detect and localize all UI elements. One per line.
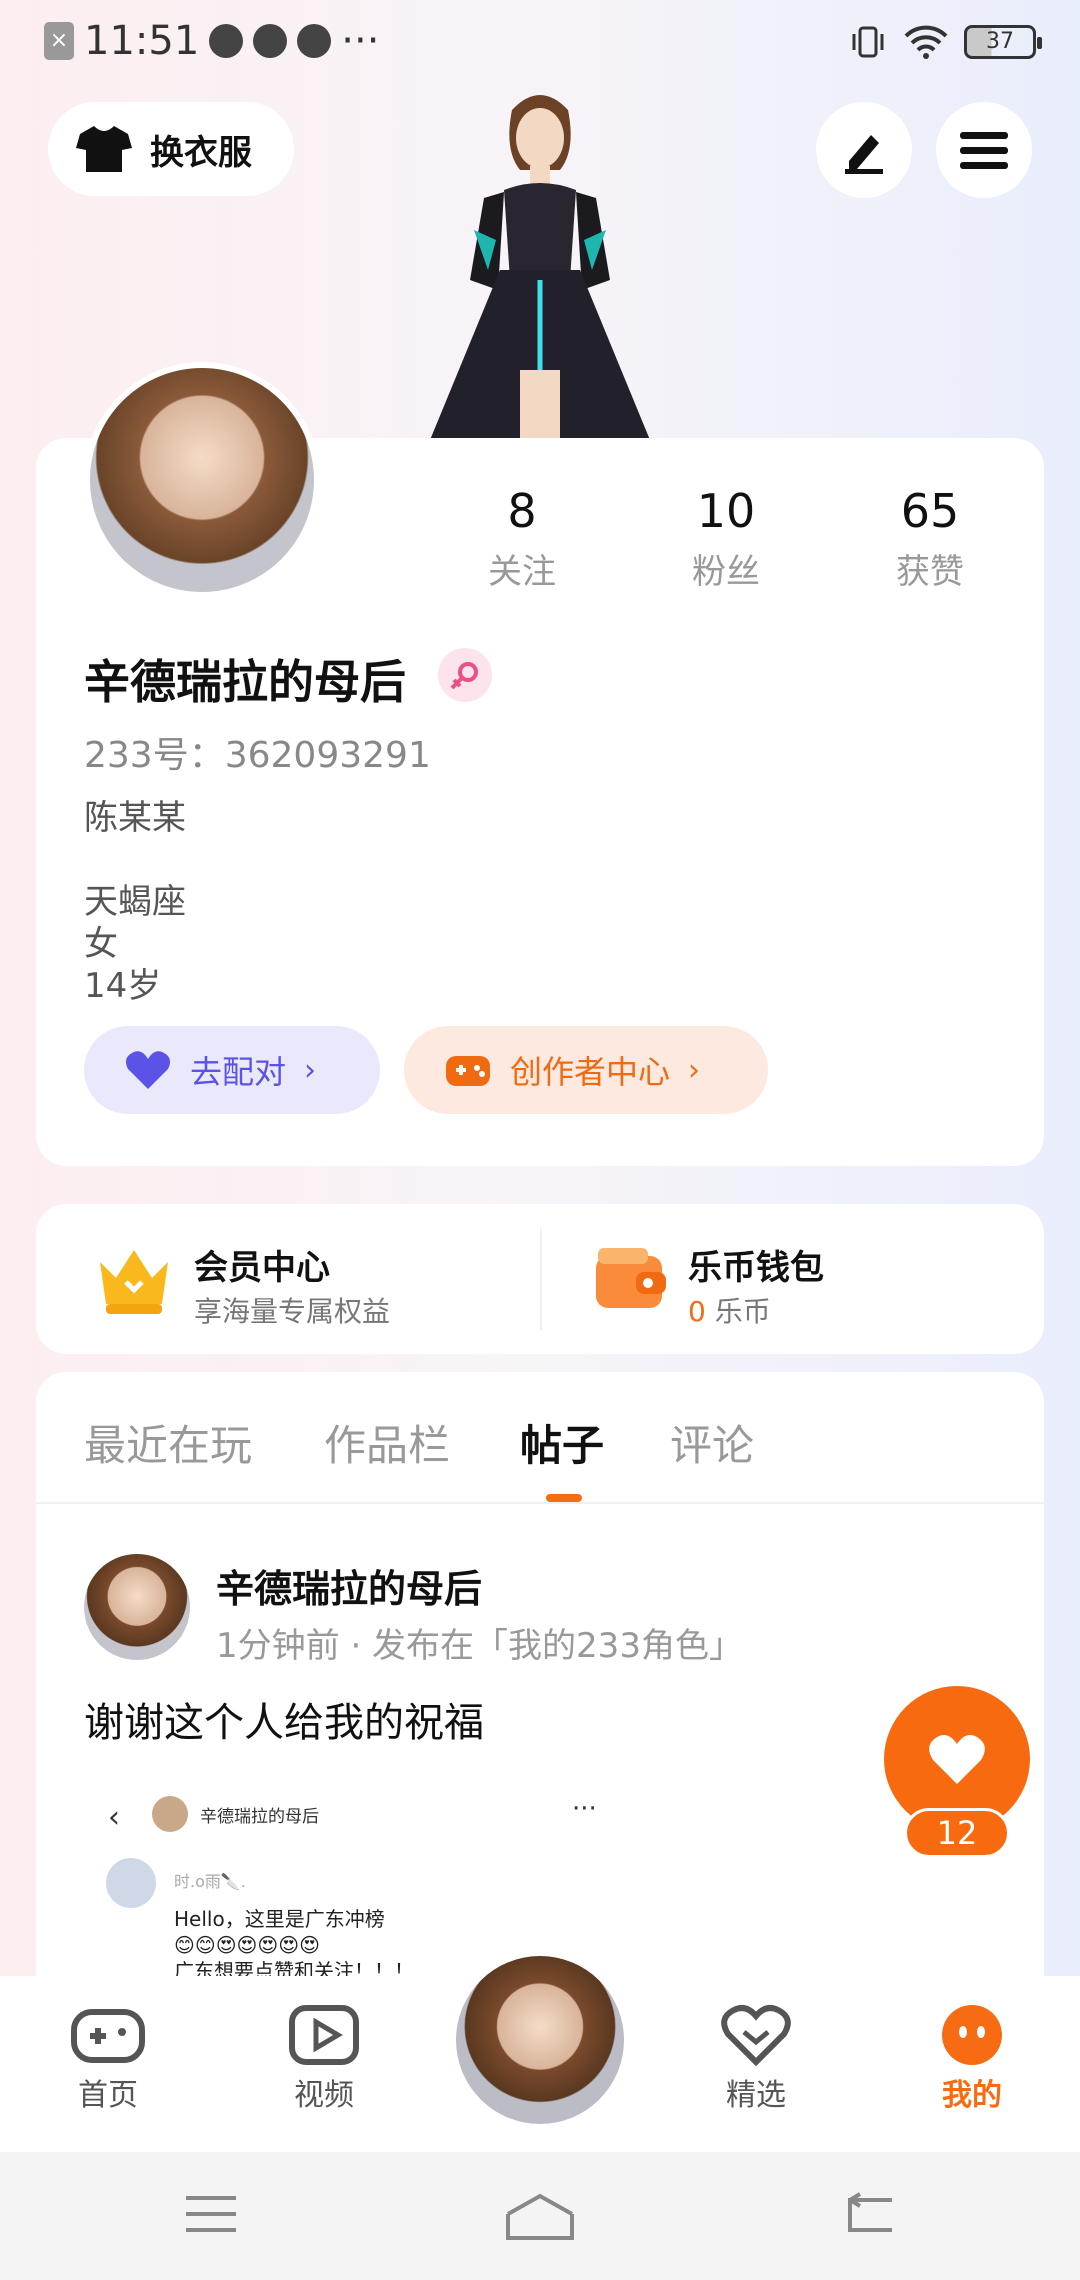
nav-mine-label: 我的	[942, 2078, 1002, 2113]
heart-check-icon	[721, 2005, 791, 2066]
following-label: 关注	[488, 552, 556, 592]
commenter-name: 时.o雨🔪.	[174, 1872, 246, 1891]
post-author-avatar[interactable]	[84, 1554, 190, 1660]
user-id: 233号：362093291	[84, 735, 431, 776]
app-notification-icon	[253, 24, 288, 58]
edit-profile-button[interactable]	[816, 102, 912, 198]
wallet-title: 乐币钱包	[688, 1248, 824, 1288]
wallet-icon	[596, 1248, 666, 1308]
gamepad-icon	[446, 1056, 490, 1086]
wifi-icon	[904, 25, 948, 59]
member-center-subtitle: 享海量专属权益	[194, 1295, 391, 1328]
posts-card: 最近在玩 作品栏 帖子 评论 辛德瑞拉的母后 1分钟前 · 发布在「我的233角…	[36, 1372, 1044, 2012]
crown-icon	[100, 1250, 168, 1314]
more-icon: ···	[572, 1794, 597, 1824]
battery-indicator: 37	[964, 25, 1042, 59]
comment-line: Hello，这里是广东冲榜	[174, 1907, 385, 1931]
post-meta: 1分钟前 · 发布在「我的233角色」	[216, 1626, 743, 1666]
tab-posts[interactable]: 帖子	[520, 1412, 604, 1473]
likes-label: 获赞	[896, 552, 964, 592]
member-center-title: 会员中心	[194, 1248, 330, 1288]
member-center-entry[interactable]: 会员中心 享海量专属权益	[36, 1204, 540, 1354]
match-label: 去配对	[190, 1053, 287, 1091]
wallet-entry[interactable]: 乐币钱包 0 乐币	[540, 1204, 1044, 1354]
nav-featured-label: 精选	[726, 2078, 786, 2113]
change-outfit-button[interactable]: 换衣服	[48, 102, 294, 196]
nav-home-label: 首页	[78, 2078, 138, 2113]
tab-works[interactable]: 作品栏	[324, 1412, 450, 1473]
fans-label: 粉丝	[692, 552, 760, 592]
like-count: 12	[904, 1808, 1010, 1858]
creator-center-label: 创作者中心	[510, 1053, 671, 1091]
fans-count: 10	[696, 484, 756, 538]
shirt-icon	[76, 126, 132, 172]
wallet-balance: 0 乐币	[688, 1290, 771, 1330]
post-author-name[interactable]: 辛德瑞拉的母后	[216, 1558, 482, 1613]
back-arrow-icon: ‹	[108, 1800, 120, 1835]
recent-apps-icon[interactable]	[184, 2192, 238, 2236]
post-text[interactable]: 谢谢这个人给我的祝福	[84, 1690, 484, 1748]
mine-face-icon	[942, 2005, 1002, 2065]
match-button[interactable]: 去配对 ›	[84, 1026, 380, 1114]
active-tab-indicator	[546, 1494, 582, 1502]
tab-comments[interactable]: 评论	[670, 1412, 754, 1473]
music-app-icon	[209, 24, 244, 58]
image-header-name: 辛德瑞拉的母后	[200, 1807, 319, 1827]
nav-home[interactable]: 首页	[48, 2004, 168, 2114]
system-navigation-bar	[0, 2152, 1080, 2280]
center-avatar-button[interactable]	[456, 1956, 624, 2124]
nav-video-label: 视频	[294, 2078, 354, 2113]
chevron-right-icon: ›	[304, 1052, 317, 1088]
stat-likes[interactable]: 65 获赞	[850, 484, 1010, 593]
hamburger-icon	[960, 132, 1008, 169]
pen-icon	[845, 135, 883, 174]
profile-realname: 陈某某	[84, 798, 186, 838]
commenter-avatar	[106, 1858, 156, 1908]
avatar-character-figure[interactable]	[400, 80, 680, 440]
notification-icon: ×	[44, 22, 74, 60]
likes-count: 65	[900, 484, 960, 538]
member-wallet-card: 会员中心 享海量专属权益 乐币钱包 0 乐币	[36, 1204, 1044, 1354]
status-bar: × 11:51 ··· 37	[0, 0, 1080, 84]
play-video-icon	[289, 2005, 359, 2065]
comment-text: Hello，这里是广东冲榜 😊😊😍😍😍😍😍 广东想要点赞和关注！！！	[174, 1906, 414, 1984]
nav-featured[interactable]: 精选	[696, 2004, 816, 2114]
app2-notification-icon	[297, 24, 332, 58]
vibrate-icon	[852, 26, 884, 58]
comment-line: 😊😊😍😍😍😍😍	[174, 1933, 320, 1957]
profile-avatar[interactable]	[84, 362, 320, 598]
wallet-unit: 乐币	[714, 1295, 771, 1328]
nav-mine[interactable]: 我的	[912, 2004, 1032, 2114]
home-icon[interactable]	[504, 2192, 576, 2242]
gamepad-icon	[71, 2009, 145, 2063]
profile-age: 14岁	[84, 966, 162, 1006]
profile-tabs: 最近在玩 作品栏 帖子 评论	[36, 1372, 1044, 1504]
heart-icon	[126, 1051, 170, 1089]
creator-center-button[interactable]: 创作者中心 ›	[404, 1026, 768, 1114]
menu-button[interactable]	[936, 102, 1032, 198]
profile-nickname: 辛德瑞拉的母后	[84, 655, 406, 709]
back-icon[interactable]	[842, 2192, 896, 2236]
stat-fans[interactable]: 10 粉丝	[646, 484, 806, 593]
tab-recently-played[interactable]: 最近在玩	[84, 1412, 252, 1473]
chevron-right-icon: ›	[688, 1052, 701, 1088]
change-outfit-label: 换衣服	[150, 132, 252, 173]
stat-following[interactable]: 8 关注	[442, 484, 602, 593]
wallet-amount: 0	[688, 1295, 706, 1328]
nav-video[interactable]: 视频	[264, 2004, 384, 2114]
more-notifications-icon: ···	[341, 18, 380, 64]
avatar	[152, 1796, 188, 1832]
heart-icon	[929, 1735, 985, 1784]
female-gender-icon	[438, 648, 492, 702]
status-time: 11:51	[84, 18, 200, 64]
following-count: 8	[507, 484, 537, 538]
